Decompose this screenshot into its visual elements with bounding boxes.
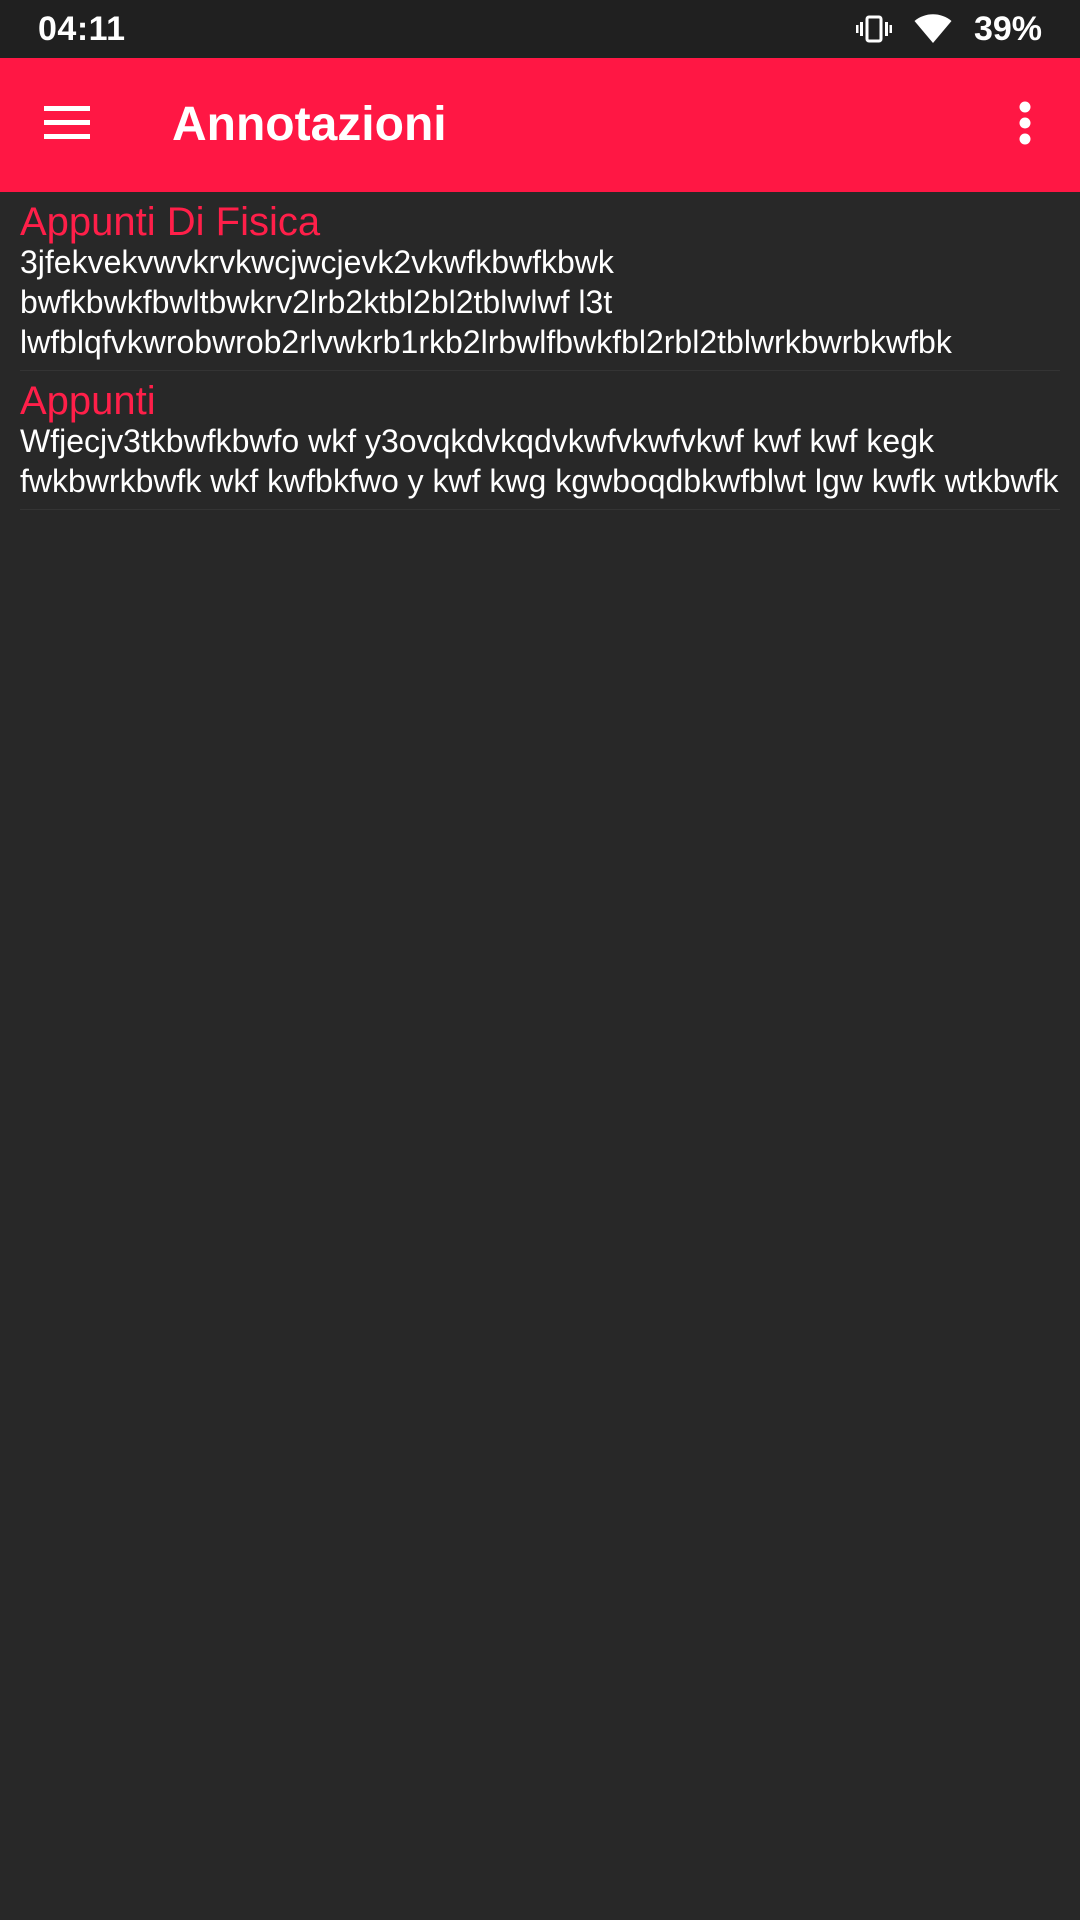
battery-level: 39% [973,9,1042,48]
overflow-menu-button[interactable] [992,91,1058,159]
notes-list: Appunti Di Fisica 3jfekvekvwvkrvkwcjwcje… [0,192,1080,510]
vibrate-icon [855,14,892,44]
more-vertical-icon [1019,101,1031,150]
status-bar: 04:11 39% [0,0,1080,58]
note-title: Appunti [20,379,156,423]
hamburger-menu-icon [44,105,90,145]
menu-button[interactable] [30,91,104,159]
wifi-icon [914,14,952,44]
note-body: Wfjecjv3tkbwfkbwfo wkf y3ovqkdvkqdvkwfvk… [20,423,1059,499]
note-title: Appunti Di Fisica [20,200,321,244]
app-bar: Annotazioni [0,58,1080,192]
status-time: 04:11 [38,9,126,48]
note-item[interactable]: Appunti Di Fisica 3jfekvekvwvkrvkwcjwcje… [20,192,1060,371]
page-title: Annotazioni [172,98,447,151]
status-icons: 39% [855,9,1042,49]
note-item[interactable]: Appunti Wfjecjv3tkbwfkbwfo wkf y3ovqkdvk… [20,371,1060,510]
note-body: 3jfekvekvwvkrvkwcjwcjevk2vkwfkbwfkbwk bw… [20,244,952,360]
